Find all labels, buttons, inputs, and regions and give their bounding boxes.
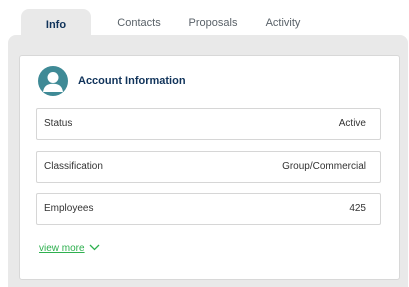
chevron-down-icon xyxy=(89,243,100,254)
tab-info-label: Info xyxy=(45,19,67,31)
field-status: Status Active xyxy=(36,108,381,140)
tab-proposals[interactable]: Proposals xyxy=(187,0,239,48)
card-header: Account Information xyxy=(38,66,186,96)
field-employees-value: 425 xyxy=(349,203,366,214)
tab-contacts-label: Contacts xyxy=(117,17,161,29)
field-classification-value: Group/Commercial xyxy=(282,161,366,172)
field-employees: Employees 425 xyxy=(36,193,381,225)
view-more-label: view more xyxy=(39,243,85,254)
field-classification: Classification Group/Commercial xyxy=(36,151,381,183)
user-avatar-icon xyxy=(38,66,68,96)
tab-proposals-label: Proposals xyxy=(188,17,238,29)
account-info-card: Account Information Status Active Classi… xyxy=(19,55,400,280)
tab-info[interactable]: Info xyxy=(21,9,91,45)
field-classification-label: Classification xyxy=(44,161,103,172)
field-status-value: Active xyxy=(338,118,366,129)
card-title: Account Information xyxy=(78,75,186,87)
tab-activity[interactable]: Activity xyxy=(261,0,305,48)
field-employees-label: Employees xyxy=(44,203,94,214)
view-more-link[interactable]: view more xyxy=(39,243,100,254)
tab-contacts[interactable]: Contacts xyxy=(114,0,164,48)
tab-activity-label: Activity xyxy=(265,17,301,29)
field-status-label: Status xyxy=(44,118,73,129)
